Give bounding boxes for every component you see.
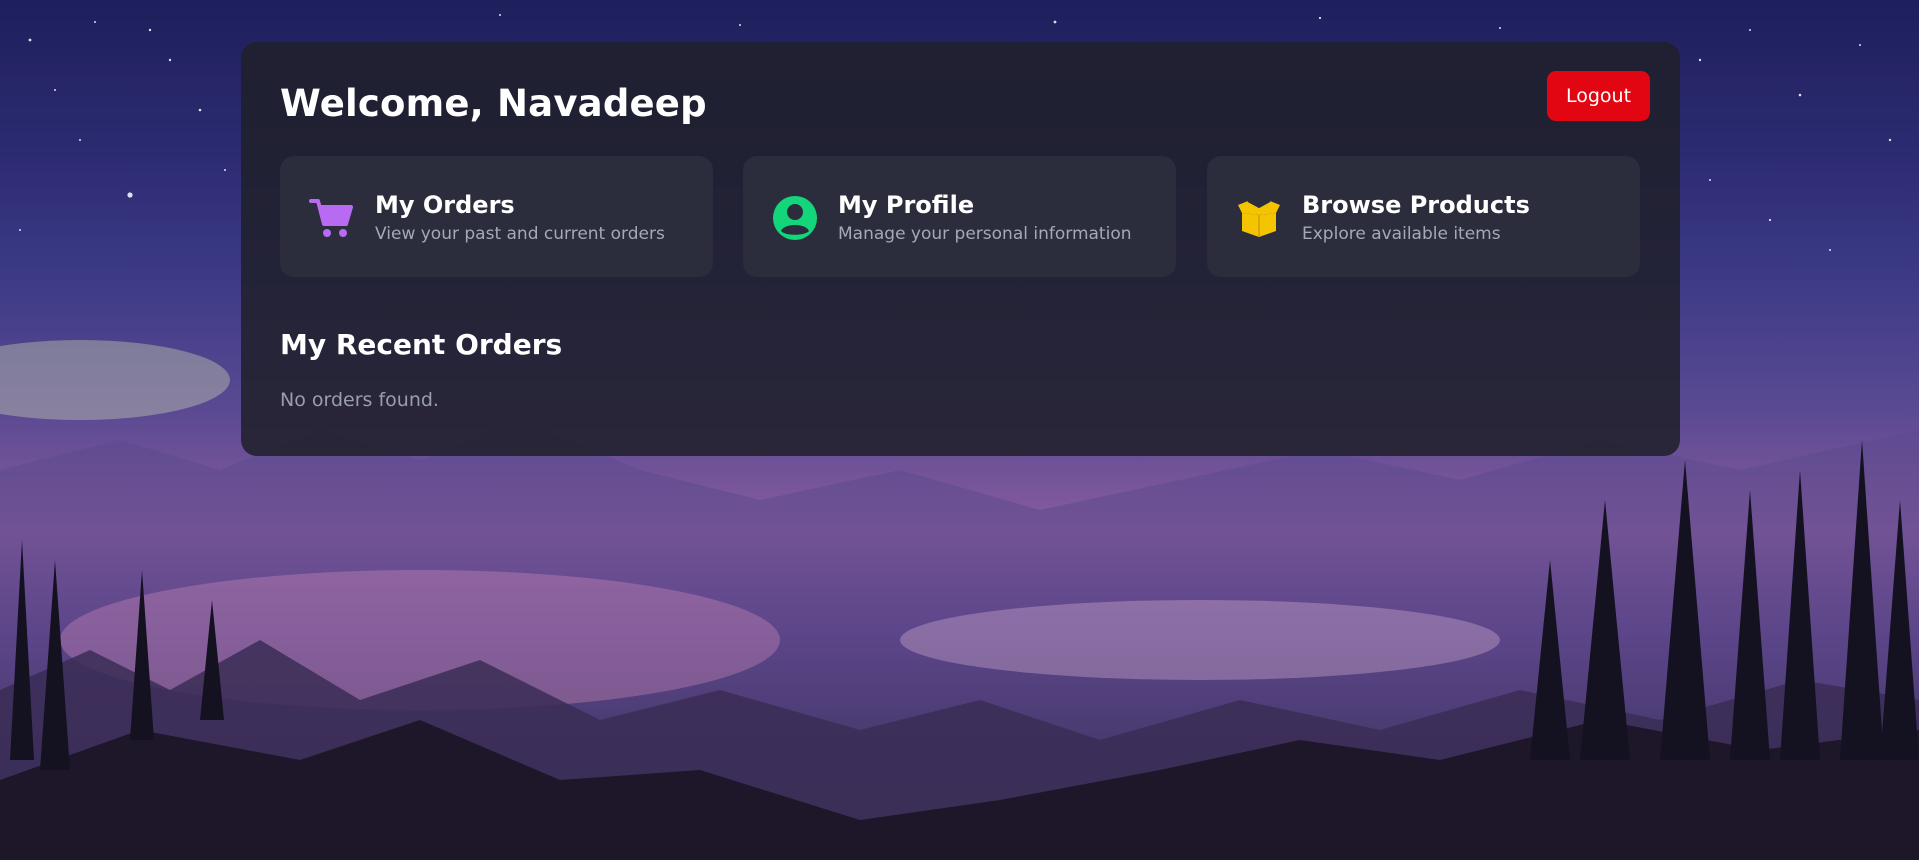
card-title: My Orders [375,191,515,219]
card-title: Browse Products [1302,191,1530,219]
card-title: My Profile [838,191,975,219]
browse-products-card[interactable]: Browse Products Explore available items [1207,156,1640,277]
user-circle-icon [772,195,818,241]
logout-button[interactable]: Logout [1547,71,1650,121]
welcome-heading: Welcome, Navadeep [280,82,707,125]
card-description: Explore available items [1302,224,1501,244]
recent-orders-heading: My Recent Orders [280,328,563,361]
open-box-icon [1236,195,1282,241]
my-profile-card[interactable]: My Profile Manage your personal informat… [743,156,1176,277]
quick-links: My Orders View your past and current ord… [280,156,1640,277]
my-orders-card[interactable]: My Orders View your past and current ord… [280,156,713,277]
empty-orders-message: No orders found. [280,389,439,411]
card-description: View your past and current orders [375,224,665,244]
card-description: Manage your personal information [838,224,1132,244]
shopping-cart-icon [309,195,355,241]
dashboard-panel: Welcome, Navadeep Logout My Orders View … [241,42,1680,456]
